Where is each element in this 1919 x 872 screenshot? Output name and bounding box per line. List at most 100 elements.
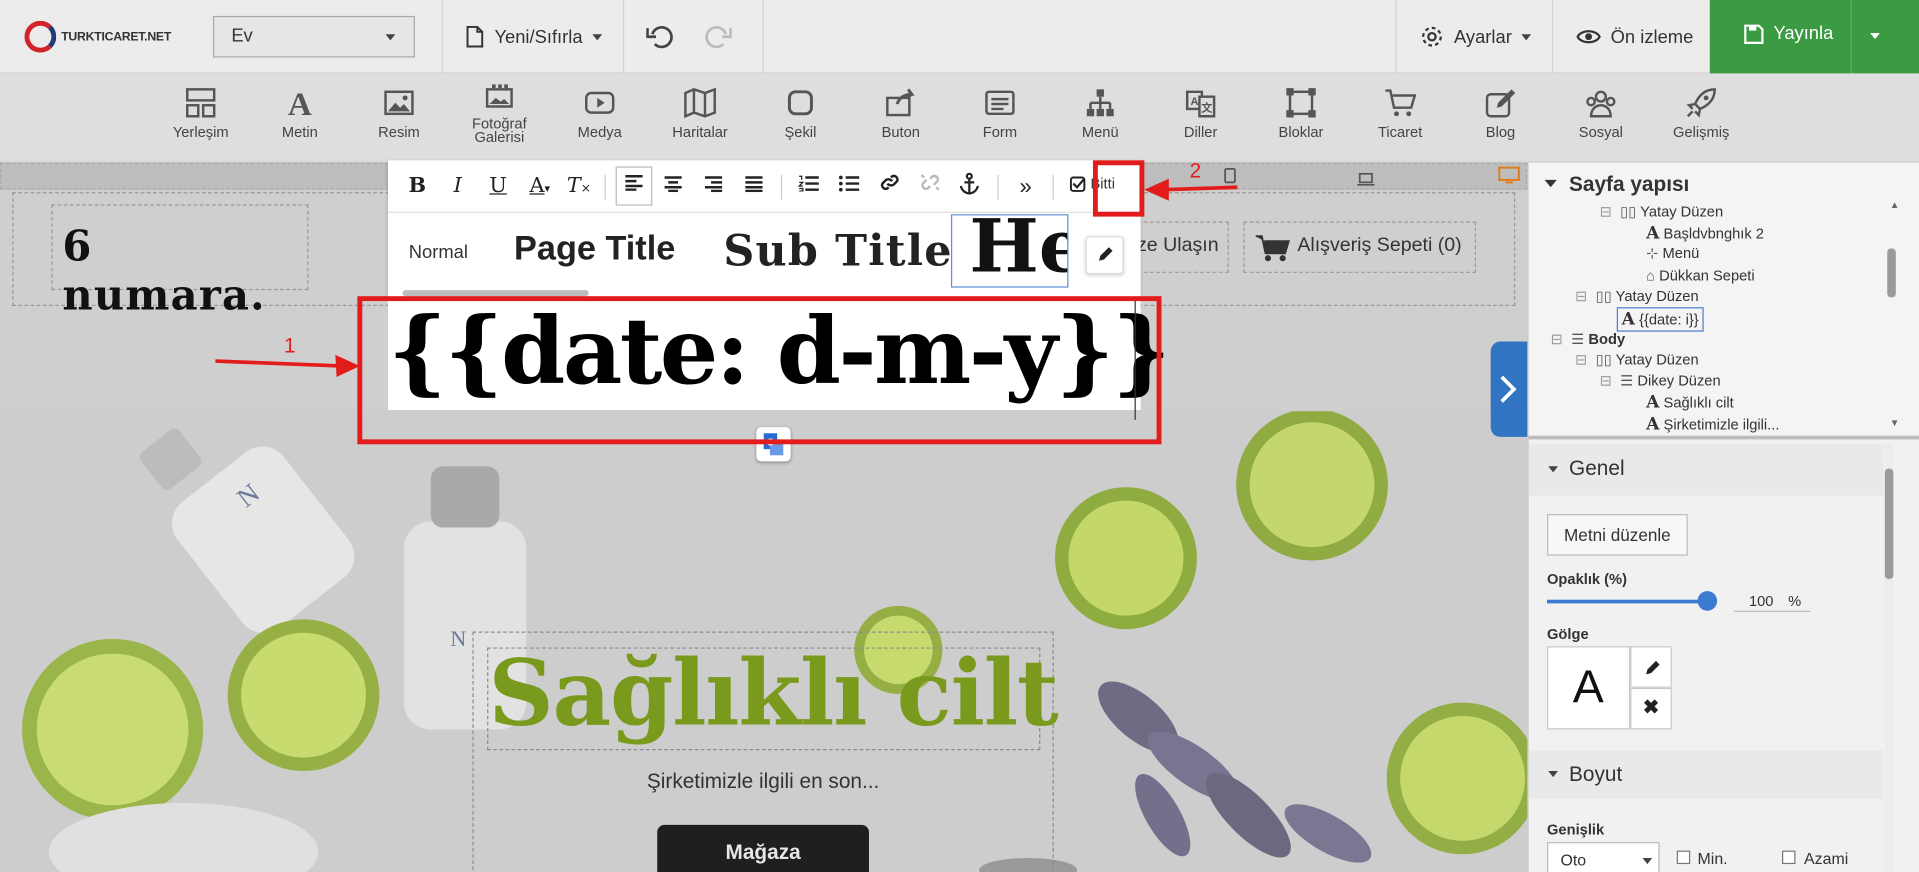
edit-style-button[interactable]	[1085, 236, 1124, 275]
undo-button[interactable]	[646, 0, 673, 73]
annotation-number-1: 1	[283, 334, 296, 358]
sidebar-toggle-button[interactable]	[1490, 341, 1528, 437]
more-options-button[interactable]: »	[1011, 173, 1040, 200]
bold-button[interactable]: B	[403, 173, 432, 200]
tree-node[interactable]: ⌂ Dükkan Sepeti	[1646, 267, 1754, 284]
align-left-button[interactable]	[615, 166, 653, 206]
logo-box[interactable]: 6 numara.	[51, 204, 309, 321]
publish-options-chevron-icon[interactable]	[1870, 33, 1880, 40]
ordered-list-button[interactable]	[794, 173, 823, 200]
edit-text-button[interactable]: Metni düzenle	[1547, 514, 1688, 556]
format-row: B I U A▾ T× » Bitti	[387, 160, 1141, 213]
brand-logo[interactable]: TURKTICARET.NET	[24, 20, 171, 53]
scroll-down-icon[interactable]: ▼	[1890, 417, 1900, 428]
hero-shop-button[interactable]: Mağaza	[657, 824, 869, 872]
remove-shadow-button[interactable]: ✖	[1630, 687, 1672, 730]
tree-node[interactable]: ⊟ ▯▯ Yatay Düzen	[1575, 288, 1698, 305]
tree-node[interactable]: A Şirketimizle ilgili...	[1646, 415, 1779, 435]
element-form[interactable]: Form	[951, 87, 1049, 141]
top-bar: TURKTICARET.NET Ev Yeni/Sıfırla Ayarlar	[0, 0, 1919, 74]
style-page-title[interactable]: Page Title	[514, 229, 675, 268]
divider	[441, 0, 444, 74]
element-commerce[interactable]: Ticaret	[1351, 87, 1449, 141]
preview-button[interactable]: Ön izleme	[1576, 0, 1693, 73]
unlink-button[interactable]	[915, 173, 944, 200]
width-select[interactable]: Oto	[1547, 842, 1660, 872]
scrollbar-thumb[interactable]	[1887, 248, 1896, 298]
align-right-button[interactable]	[699, 173, 728, 200]
element-maps[interactable]: Haritalar	[651, 87, 749, 141]
collapse-caret-icon	[1548, 771, 1559, 778]
element-gallery[interactable]: Fotoğraf Galerisi	[450, 83, 548, 144]
hero-section[interactable]: N N Sağlıklı cilt Şirketimizle ilgili en…	[0, 411, 1528, 872]
anchor-button[interactable]	[955, 172, 984, 200]
element-button[interactable]: Buton	[852, 87, 950, 141]
collapse-caret-icon[interactable]	[1544, 179, 1557, 188]
bullet-list-button[interactable]	[835, 173, 864, 200]
general-section-header[interactable]: Genel	[1528, 444, 1884, 496]
max-width-checkbox[interactable]	[1781, 850, 1796, 865]
element-text[interactable]: A Metin	[251, 87, 349, 141]
structure-scrollbar[interactable]	[1887, 212, 1896, 418]
settings-button[interactable]: Ayarlar	[1420, 0, 1532, 73]
panel-splitter[interactable]	[1528, 435, 1919, 440]
cart-label: Alışveriş Sepeti (0)	[1297, 234, 1462, 256]
font-color-button[interactable]: A▾	[523, 173, 557, 200]
style-heading[interactable]: He	[950, 214, 1069, 288]
tree-node[interactable]: A Sağlıklı cilt	[1646, 393, 1734, 413]
shopping-cart-link[interactable]: Alışveriş Sepeti (0)	[1243, 221, 1477, 273]
element-blog[interactable]: Blog	[1452, 87, 1550, 141]
properties-scrollbar[interactable]	[1884, 444, 1894, 872]
size-title: Boyut	[1569, 762, 1623, 786]
link-button[interactable]	[875, 173, 904, 200]
shadow-preview[interactable]: A	[1547, 646, 1631, 730]
element-layout[interactable]: Yerleşim	[152, 87, 250, 141]
element-label: Form	[982, 123, 1018, 141]
element-blocks[interactable]: Bloklar	[1252, 87, 1350, 141]
opacity-slider[interactable]	[1547, 599, 1707, 604]
element-media[interactable]: Medya	[551, 87, 649, 141]
underline-button[interactable]: U	[483, 173, 512, 200]
publish-button[interactable]: Yayınla	[1709, 0, 1919, 74]
clear-format-button[interactable]: T×	[564, 173, 593, 200]
align-center-button[interactable]	[658, 173, 687, 200]
style-normal[interactable]: Normal	[409, 242, 468, 263]
undo-icon	[646, 26, 673, 49]
size-section-header[interactable]: Boyut	[1528, 750, 1884, 800]
element-social[interactable]: Sosyal	[1552, 87, 1650, 141]
element-shape[interactable]: Şekil	[751, 87, 849, 141]
element-image[interactable]: Resim	[350, 87, 448, 141]
justify-button[interactable]	[739, 173, 768, 200]
laptop-view-button[interactable]	[1356, 170, 1376, 192]
width-select-value: Oto	[1560, 850, 1587, 869]
hero-title-box[interactable]: Sağlıklı cilt	[487, 641, 1059, 751]
tree-node[interactable]: ⊟ ☰ Dikey Düzen	[1600, 372, 1721, 389]
chevron-down-icon	[385, 34, 396, 41]
desktop-view-button[interactable]	[1498, 166, 1520, 189]
publish-label: Yayınla	[1773, 23, 1834, 45]
redo-button[interactable]	[705, 0, 732, 73]
style-sub-title[interactable]: Sub Title	[723, 226, 952, 276]
scroll-up-icon[interactable]: ▲	[1890, 199, 1900, 210]
italic-button[interactable]: I	[443, 173, 472, 200]
tree-node[interactable]: ⊟ ▯▯ Yatay Düzen	[1575, 351, 1698, 368]
new-reset-button[interactable]: Yeni/Sıfırla	[465, 0, 603, 73]
element-label: Ticaret	[1377, 123, 1423, 141]
tree-node-selected[interactable]: A {{date: i}}	[1616, 307, 1704, 332]
min-width-checkbox[interactable]	[1676, 850, 1691, 865]
opacity-slider-handle[interactable]	[1697, 591, 1718, 611]
tree-node[interactable]: ⊹ Menü	[1646, 245, 1699, 262]
tree-node[interactable]: ⊟ ☰ Body	[1551, 330, 1625, 347]
element-menu[interactable]: Menü	[1051, 87, 1149, 141]
tree-node[interactable]: A Başldvbnghık 2	[1646, 224, 1764, 244]
edit-shadow-button[interactable]	[1630, 646, 1672, 688]
svg-text:A: A	[288, 87, 312, 119]
align-left-icon	[625, 175, 643, 191]
opacity-input[interactable]: 100 %	[1734, 591, 1811, 612]
tree-node[interactable]: ⊟ ▯▯ Yatay Düzen	[1600, 203, 1723, 220]
element-languages[interactable]: A文 Diller	[1152, 87, 1250, 141]
hero-shop-button-label: Mağaza	[725, 840, 801, 865]
page-select[interactable]: Ev	[212, 15, 415, 58]
scrollbar-thumb[interactable]	[1884, 468, 1894, 579]
element-advanced[interactable]: Gelişmiş	[1652, 87, 1750, 141]
